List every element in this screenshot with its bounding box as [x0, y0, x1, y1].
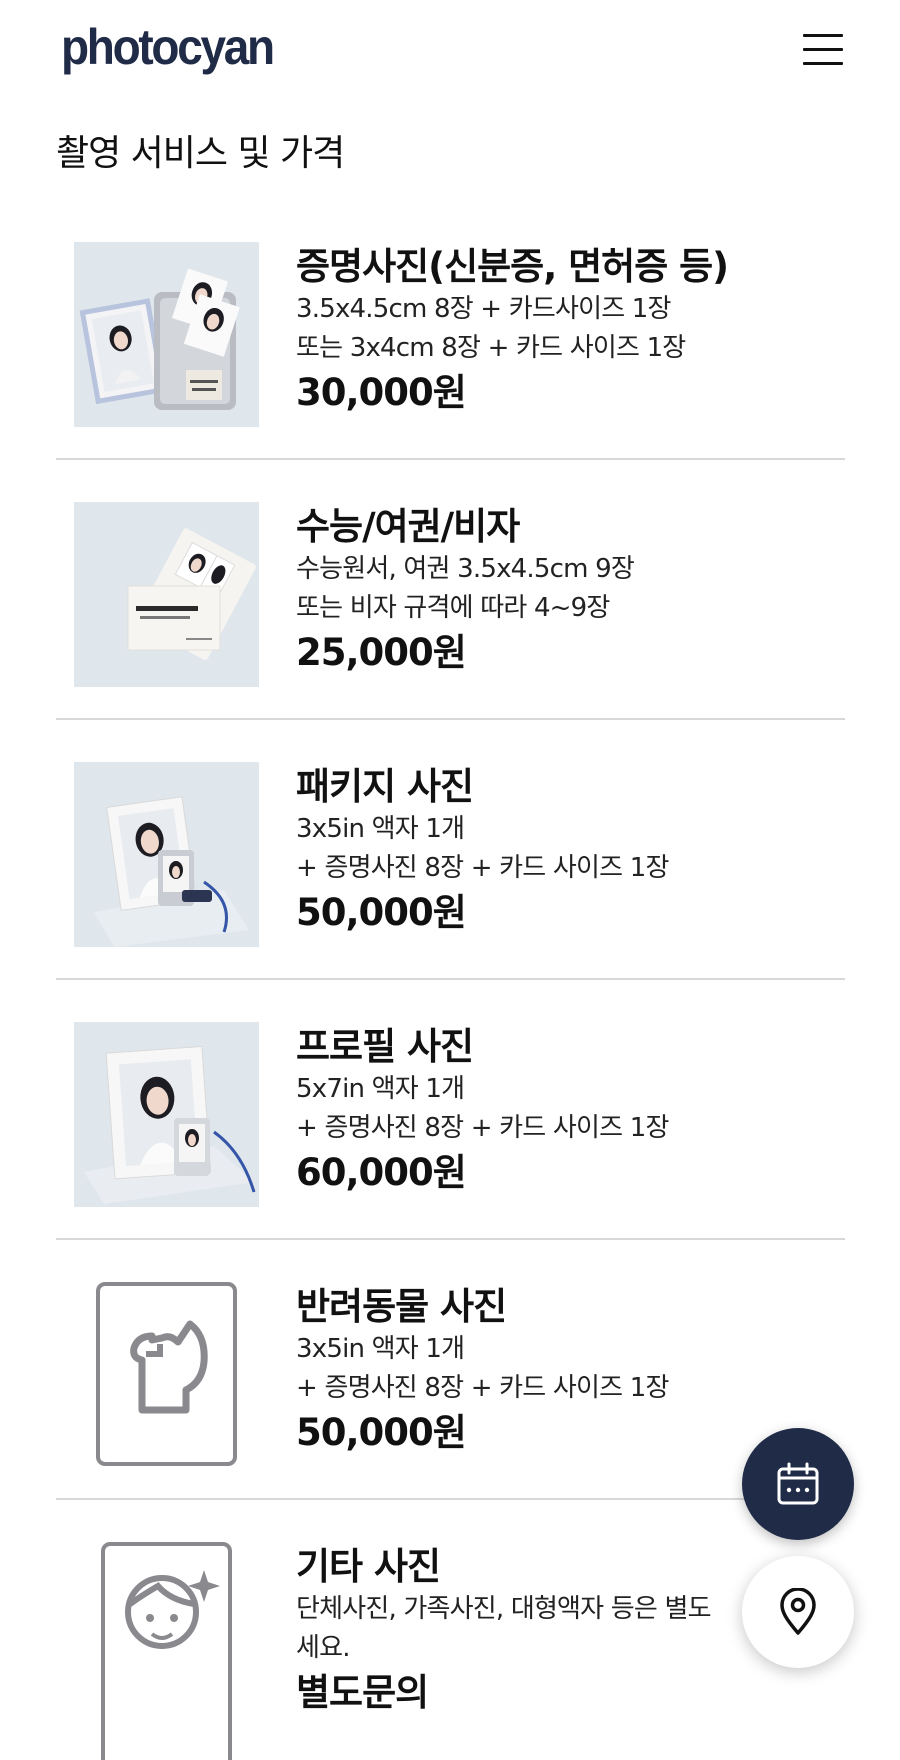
id-photo-product-image	[74, 242, 259, 427]
profile-product-image	[74, 1022, 259, 1207]
logo[interactable]: photocyan	[61, 18, 275, 76]
service-description-line: 3x5in 액자 1개	[296, 814, 465, 844]
service-price: 60,000원	[296, 1151, 467, 1194]
service-name: 패키지 사진	[296, 765, 474, 808]
location-pin-icon	[780, 1588, 816, 1635]
calendar-icon	[777, 1462, 819, 1505]
service-price: 별도문의	[296, 1671, 429, 1714]
site-header: photocyan	[0, 0, 900, 100]
service-item-other[interactable]: 기타 사진 단체사진, 가족사진, 대형액자 등은 별도 세요. 별도문의	[56, 1500, 845, 1760]
calendar-booking-button[interactable]	[742, 1428, 854, 1540]
other-photo-icon	[74, 1542, 259, 1760]
service-item-id-photo[interactable]: 증명사진(신분증, 면허증 등) 3.5x4.5cm 8장 + 카드사이즈 1장…	[56, 200, 845, 460]
service-name: 반려동물 사진	[296, 1285, 507, 1328]
service-name: 수능/여권/비자	[296, 505, 520, 548]
service-name: 증명사진(신분증, 면허증 등)	[296, 245, 729, 288]
hamburger-menu-icon[interactable]	[800, 32, 844, 68]
service-price: 25,000원	[296, 631, 467, 674]
service-description-line: 또는 3x4cm 8장 + 카드 사이즈 1장	[296, 333, 686, 363]
service-price: 30,000원	[296, 371, 467, 414]
service-price: 50,000원	[296, 891, 467, 934]
service-name: 프로필 사진	[296, 1025, 474, 1068]
service-description-line: + 증명사진 8장 + 카드 사이즈 1장	[296, 853, 669, 883]
service-info: 증명사진(신분증, 면허증 등) 3.5x4.5cm 8장 + 카드사이즈 1장…	[296, 244, 856, 416]
service-description-line: + 증명사진 8장 + 카드 사이즈 1장	[296, 1373, 669, 1403]
service-info: 반려동물 사진 3x5in 액자 1개 + 증명사진 8장 + 카드 사이즈 1…	[296, 1284, 856, 1456]
page-title: 촬영 서비스 및 가격	[56, 133, 345, 174]
service-info: 수능/여권/비자 수능원서, 여권 3.5x4.5cm 9장 또는 비자 규격에…	[296, 504, 856, 676]
service-list: 증명사진(신분증, 면허증 등) 3.5x4.5cm 8장 + 카드사이즈 1장…	[56, 200, 845, 1760]
service-description-line: 3.5x4.5cm 8장 + 카드사이즈 1장	[296, 294, 671, 324]
service-item-pet[interactable]: 반려동물 사진 3x5in 액자 1개 + 증명사진 8장 + 카드 사이즈 1…	[56, 1240, 845, 1500]
location-button[interactable]	[742, 1556, 854, 1668]
service-info: 패키지 사진 3x5in 액자 1개 + 증명사진 8장 + 카드 사이즈 1장…	[296, 764, 856, 936]
service-description-line: 수능원서, 여권 3.5x4.5cm 9장	[296, 554, 635, 584]
service-item-profile[interactable]: 프로필 사진 5x7in 액자 1개 + 증명사진 8장 + 카드 사이즈 1장…	[56, 980, 845, 1240]
service-info: 프로필 사진 5x7in 액자 1개 + 증명사진 8장 + 카드 사이즈 1장…	[296, 1024, 856, 1196]
package-product-image	[74, 762, 259, 947]
passport-photo-product-image	[74, 502, 259, 687]
service-description-line: 5x7in 액자 1개	[296, 1074, 465, 1104]
pet-photo-icon	[74, 1282, 259, 1467]
service-description-line: 또는 비자 규격에 따라 4~9장	[296, 593, 610, 623]
service-description-line: 3x5in 액자 1개	[296, 1334, 465, 1364]
service-item-passport-visa[interactable]: 수능/여권/비자 수능원서, 여권 3.5x4.5cm 9장 또는 비자 규격에…	[56, 460, 845, 720]
service-description-line: + 증명사진 8장 + 카드 사이즈 1장	[296, 1113, 669, 1143]
service-item-package[interactable]: 패키지 사진 3x5in 액자 1개 + 증명사진 8장 + 카드 사이즈 1장…	[56, 720, 845, 980]
